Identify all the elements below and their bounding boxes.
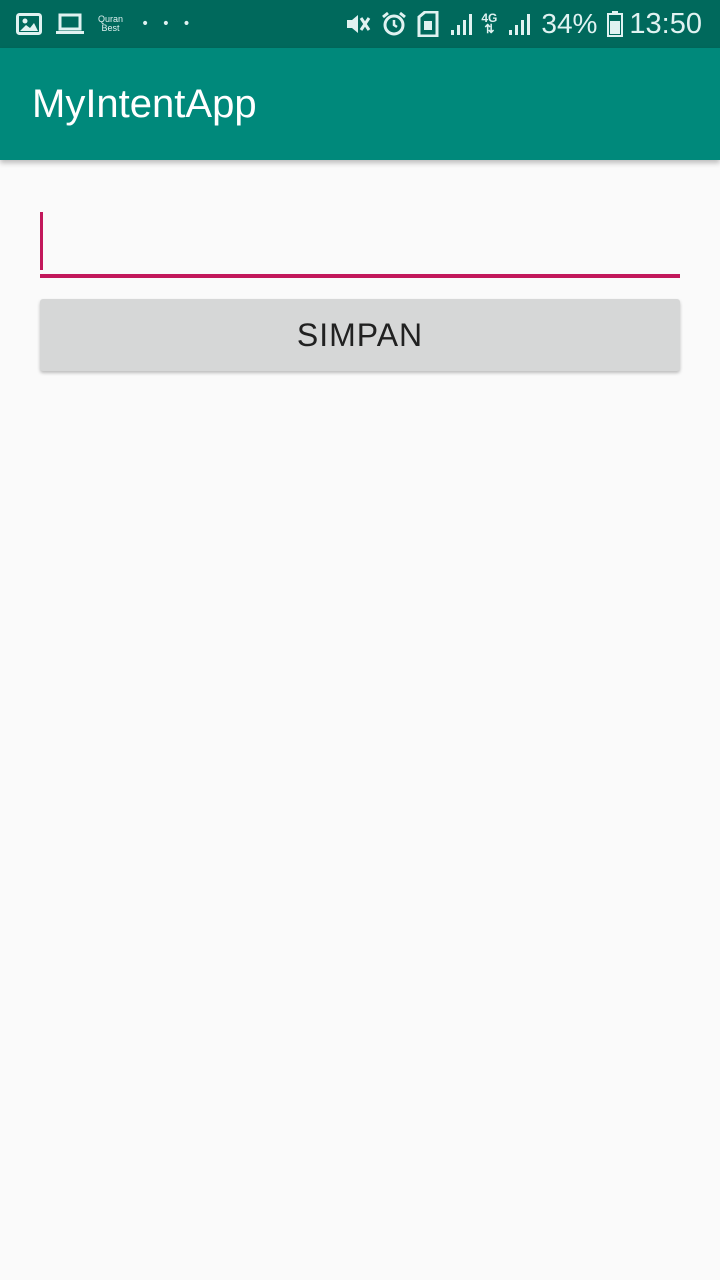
status-bar: Quran Best • • • 4G ⇅ 34% 13:50 xyxy=(0,0,720,48)
battery-percent: 34% xyxy=(541,8,598,39)
main-content: SIMPAN xyxy=(0,160,720,1280)
clock: 13:50 xyxy=(629,7,702,40)
alarm-icon xyxy=(381,11,407,37)
text-input[interactable] xyxy=(40,212,680,270)
text-input-container[interactable] xyxy=(40,212,680,278)
simpan-button[interactable]: SIMPAN xyxy=(40,299,680,371)
image-icon xyxy=(16,13,42,35)
quran-label-line2: Best xyxy=(101,23,120,33)
quran-best-notification-icon: Quran Best xyxy=(98,15,123,33)
signal-icon xyxy=(449,12,475,36)
app-bar: MyIntentApp xyxy=(0,48,720,160)
network-type: 4G ⇅ xyxy=(481,12,497,36)
status-bar-right: 4G ⇅ 34% 13:50 xyxy=(335,0,702,48)
data-arrows-icon: ⇅ xyxy=(484,22,495,36)
text-input-underline xyxy=(40,274,680,278)
laptop-icon xyxy=(56,13,84,35)
text-cursor xyxy=(40,212,43,270)
sim-icon xyxy=(417,11,439,37)
more-notifications-dots: • • • xyxy=(141,16,195,32)
status-bar-left: Quran Best • • • xyxy=(16,0,195,48)
battery-icon xyxy=(607,11,624,37)
app-title: MyIntentApp xyxy=(32,82,257,126)
vibrate-mute-icon xyxy=(345,12,371,36)
signal-icon-2 xyxy=(507,12,533,36)
